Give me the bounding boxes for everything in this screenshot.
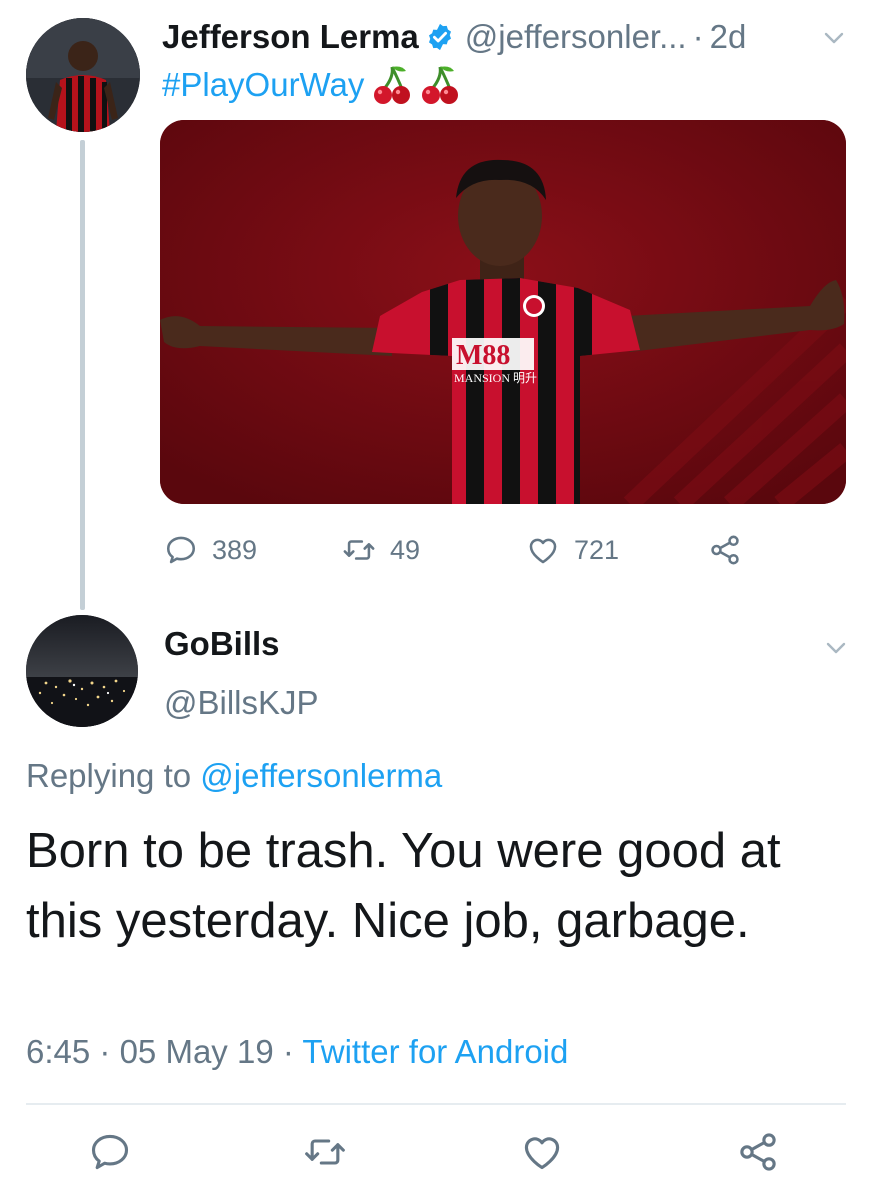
cherries-emoji-icon (422, 66, 459, 104)
share-button[interactable] (736, 1130, 786, 1180)
sponsor-name-text: MANSION 明升 (454, 371, 537, 385)
reply-tweet-text: Born to be trash. You were good at this … (26, 824, 781, 948)
reply-button[interactable] (88, 1130, 138, 1180)
retweet-icon (305, 1139, 345, 1165)
share-icon (711, 535, 739, 565)
reply-icon (91, 1134, 129, 1170)
author-handle[interactable]: @jeffersonler... (465, 18, 687, 56)
retweet-icon (343, 540, 375, 560)
header-separator: · (692, 18, 704, 55)
share-icon (740, 1133, 776, 1171)
tweet-media-image[interactable]: M88 MANSION 明升 (160, 120, 846, 504)
heart-icon (524, 1137, 560, 1170)
chevron-down-icon[interactable] (822, 26, 846, 50)
reply-count: 389 (212, 534, 258, 565)
reply-author-avatar[interactable] (26, 615, 138, 727)
reply-author-display-name[interactable]: GoBills (164, 625, 280, 663)
tweet-age[interactable]: 2d (710, 18, 747, 56)
tweet-date: 05 May 19 (119, 1033, 274, 1070)
verified-badge-icon (428, 23, 451, 51)
heart-icon (529, 538, 557, 564)
tweet-text: #PlayOurWay (162, 60, 460, 110)
hashtag-link[interactable]: #PlayOurWay (162, 66, 364, 104)
chevron-down-icon[interactable] (824, 636, 848, 660)
tweet-actions: 389 49 721 (160, 528, 760, 572)
replying-to-mention[interactable]: @jeffersonlerma (200, 757, 442, 794)
like-count: 721 (574, 534, 620, 565)
like-button[interactable]: 721 (526, 528, 619, 572)
meta-separator: · (282, 1033, 294, 1070)
divider (26, 1103, 846, 1105)
reply-button[interactable]: 389 (164, 528, 257, 572)
retweet-count: 49 (390, 534, 421, 565)
tweet-header: Jefferson Lerma @jeffersonler... · 2d (162, 14, 852, 60)
replying-to-label: Replying to (26, 757, 192, 794)
thread-connector-line (80, 140, 85, 610)
author-avatar-photo (26, 18, 140, 132)
meta-separator: · (99, 1033, 111, 1070)
share-button[interactable] (708, 528, 756, 572)
author-display-name[interactable]: Jefferson Lerma (162, 18, 419, 56)
player-photo: M88 MANSION 明升 (160, 120, 846, 504)
tweet-source-link[interactable]: Twitter for Android (302, 1033, 568, 1070)
sponsor-logo-text: M88 (456, 340, 510, 371)
reply-author-handle[interactable]: @BillsKJP (164, 684, 319, 722)
reply-tweet-actions (0, 1130, 870, 1180)
like-button[interactable] (520, 1130, 570, 1180)
author-avatar[interactable] (26, 18, 140, 132)
reply-avatar-photo (26, 615, 138, 727)
replying-to-line: Replying to @jeffersonlerma (26, 757, 442, 795)
reply-icon (166, 536, 196, 564)
retweet-button[interactable] (303, 1130, 353, 1180)
tweet-metadata: 6:45 · 05 May 19 · Twitter for Android (26, 1033, 568, 1071)
tweet-time: 6:45 (26, 1033, 91, 1070)
cherries-emoji-icon (374, 66, 411, 104)
retweet-button[interactable]: 49 (342, 528, 420, 572)
